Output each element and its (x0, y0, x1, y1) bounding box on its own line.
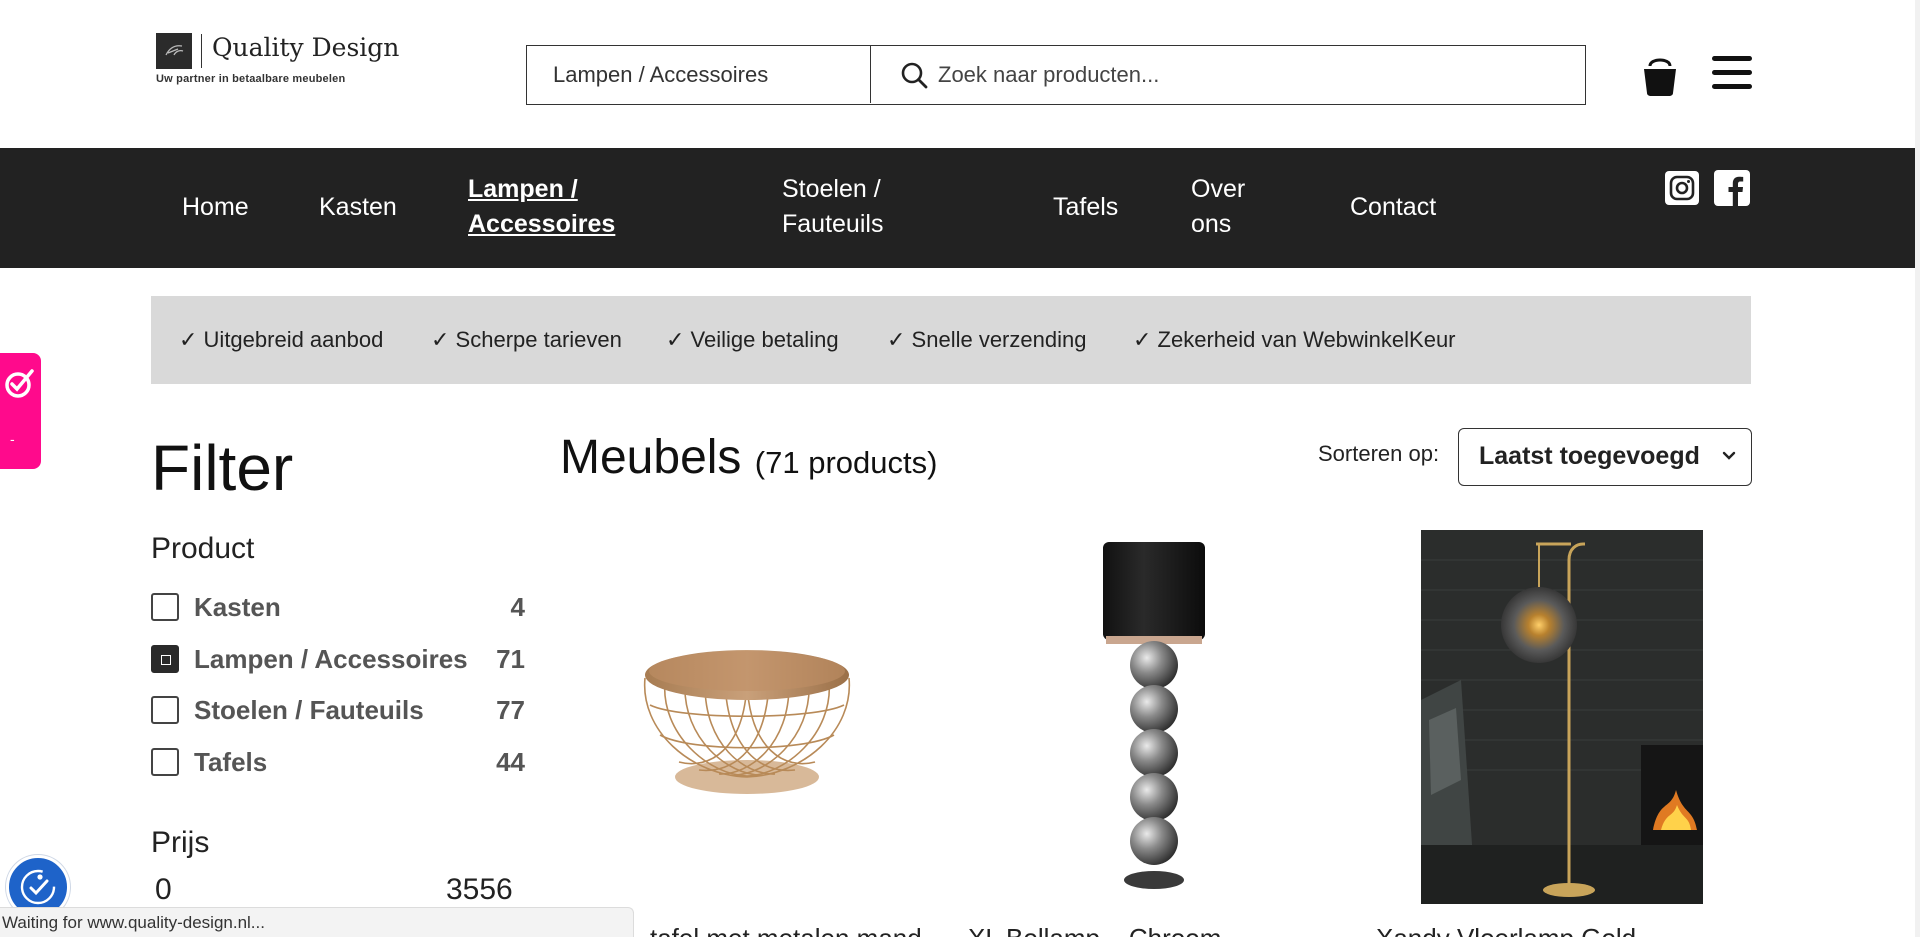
nav-item-lampen-accessoires[interactable]: Lampen / Accessoires (468, 172, 615, 242)
main-nav: Home Kasten Lampen / Accessoires Stoelen… (0, 148, 1915, 268)
sort-selected-value: Laatst toegevoegd (1479, 442, 1700, 470)
search-bar: Lampen / Accessoires (526, 45, 1586, 105)
logo-tagline: Uw partner in betaalbare meubelen (156, 73, 346, 85)
page: Quality Design Uw partner in betaalbare … (0, 0, 1920, 937)
nav-item-label-line1: Over (1191, 175, 1246, 203)
search-icon[interactable] (899, 60, 929, 90)
logo-mark-icon (156, 33, 192, 69)
product-image-chrome-ball-lamp[interactable] (1050, 530, 1260, 900)
nav-item-home[interactable]: Home (182, 190, 249, 225)
nav-item-label-line2: Accessoires (468, 210, 616, 238)
logo-divider (201, 34, 202, 68)
product-name[interactable]: XL Bollamp – Chroom (968, 922, 1221, 937)
filter-option-label: Stoelen / Fauteuils (194, 695, 424, 725)
price-max-value: 3556 (446, 873, 513, 906)
filter-price-heading: Prijs (151, 826, 210, 859)
usp-item: ✓ Snelle verzending (887, 327, 1087, 352)
site-header: Quality Design Uw partner in betaalbare … (0, 0, 1915, 148)
checkbox[interactable] (151, 748, 179, 776)
basket-icon[interactable] (1640, 53, 1680, 97)
products-heading: Meubels (71 products) (560, 428, 937, 493)
sort-select[interactable]: Laatst toegevoegd (1458, 428, 1752, 486)
checkbox-checked[interactable] (151, 645, 179, 673)
filter-option-kasten[interactable]: Kasten 4 (151, 589, 525, 623)
filter-option-label: Kasten (194, 592, 281, 622)
nav-item-tafels[interactable]: Tafels (1053, 190, 1118, 225)
badge-dash: - (10, 431, 15, 447)
product-card[interactable]: Xandy Vloerlamp Gold (1376, 530, 1703, 937)
nav-item-kasten[interactable]: Kasten (319, 190, 397, 225)
product-name[interactable]: …tafel met metalen mand (624, 922, 922, 937)
filter-option-count: 44 (496, 747, 525, 777)
usp-item: ✓ Veilige betaling (666, 327, 839, 352)
usp-item: ✓ Scherpe tarieven (431, 327, 622, 352)
filter-option-label: Lampen / Accessoires (194, 644, 468, 674)
products-count: (71 products) (754, 445, 938, 480)
browser-status-bar: Waiting for www.quality-design.nl... (0, 907, 634, 937)
usp-item: ✓ Uitgebreid aanbod (179, 327, 384, 352)
filter-option-count: 71 (496, 644, 525, 674)
checkbox[interactable] (151, 593, 179, 621)
filter-option-tafels[interactable]: Tafels 44 (151, 744, 525, 778)
checkbox[interactable] (151, 696, 179, 724)
product-image-wire-basket-table[interactable] (600, 530, 900, 850)
facebook-icon[interactable] (1714, 170, 1750, 206)
filter-product-heading: Product (151, 532, 255, 565)
nav-item-label-line1: Lampen / (468, 175, 578, 203)
product-image-gold-floor-lamp[interactable] (1421, 530, 1703, 904)
webwinkelkeur-badge[interactable]: - (0, 353, 41, 469)
filter-option-stoelen-fauteuils[interactable]: Stoelen / Fauteuils 77 (151, 692, 525, 726)
search-input[interactable] (938, 46, 1578, 103)
product-card[interactable]: …tafel met metalen mand (600, 530, 922, 937)
filter-option-lampen-accessoires[interactable]: Lampen / Accessoires 71 (151, 641, 525, 675)
logo[interactable]: Quality Design Uw partner in betaalbare … (156, 32, 400, 90)
nav-item-over-ons[interactable]: Over ons (1191, 172, 1245, 242)
chevron-down-icon (1722, 451, 1736, 460)
instagram-icon[interactable] (1664, 170, 1700, 206)
logo-name: Quality Design (212, 33, 400, 62)
filter-option-count: 4 (510, 592, 525, 622)
hamburger-menu-icon[interactable] (1710, 52, 1754, 94)
usp-item: ✓ Zekerheid van WebwinkelKeur (1133, 327, 1456, 352)
nav-item-label-line2: Fauteuils (782, 210, 884, 238)
product-name[interactable]: Xandy Vloerlamp Gold (1376, 922, 1636, 937)
scrollbar[interactable] (1915, 0, 1920, 937)
search-category-select[interactable]: Lampen / Accessoires (527, 46, 871, 103)
products-title: Meubels (560, 431, 742, 484)
accessibility-icon (20, 869, 56, 905)
nav-item-label-line1: Stoelen / (782, 175, 881, 203)
product-card[interactable]: XL Bollamp – Chroom (968, 530, 1260, 937)
usp-bar: ✓ Uitgebreid aanbod ✓ Scherpe tarieven ✓… (151, 296, 1751, 384)
nav-item-label-line2: ons (1191, 210, 1232, 238)
filter-title: Filter (151, 432, 294, 504)
sort-label: Sorteren op: (1318, 441, 1440, 466)
price-min-value: 0 (155, 873, 172, 906)
filter-option-count: 77 (496, 695, 525, 725)
checkmark-badge-icon (5, 369, 34, 398)
nav-item-contact[interactable]: Contact (1350, 190, 1436, 225)
nav-item-stoelen-fauteuils[interactable]: Stoelen / Fauteuils (782, 172, 883, 242)
filter-option-label: Tafels (194, 747, 268, 777)
